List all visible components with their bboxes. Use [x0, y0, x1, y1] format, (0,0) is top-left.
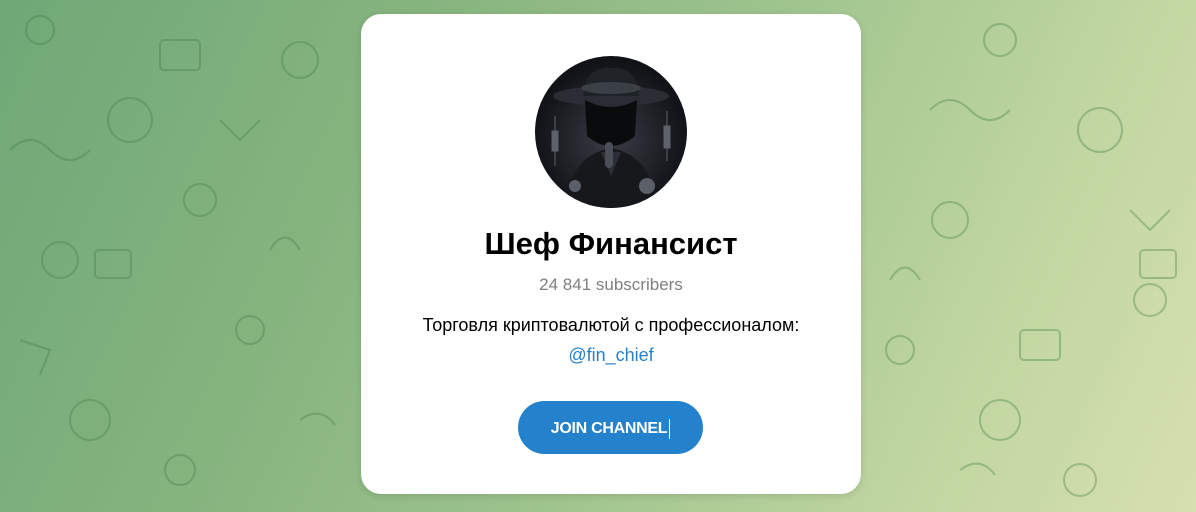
channel-card: Шеф Финансист 24 841 subscribers Торговл…	[361, 14, 861, 494]
channel-avatar	[535, 56, 687, 208]
subscriber-count: 24 841 subscribers	[539, 275, 683, 294]
join-channel-button[interactable]: JOIN CHANNEL	[518, 401, 703, 454]
channel-description: Торговля криптовалютой с профессионалом:	[422, 315, 800, 335]
join-channel-label: JOIN CHANNEL	[550, 420, 668, 437]
channel-title: Шеф Финансист	[484, 226, 738, 261]
channel-username-link[interactable]: @fin_chief	[361, 345, 861, 366]
hooded-figure-avatar-icon	[551, 67, 671, 208]
text-cursor	[669, 418, 671, 439]
